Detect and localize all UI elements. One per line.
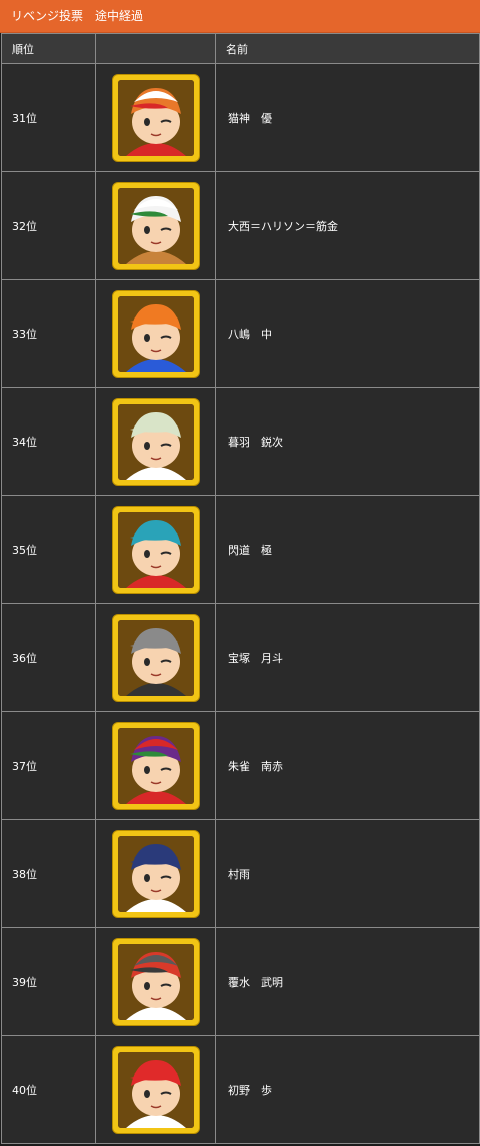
table-row: 36位 宝塚 月斗 xyxy=(1,603,480,712)
rank-cell: 33位 xyxy=(1,279,96,388)
avatar-cell xyxy=(95,279,216,388)
rank-cell: 38位 xyxy=(1,819,96,928)
player-name-cell: 閃道 極 xyxy=(215,495,480,604)
hair-orange-spiky-avatar-icon xyxy=(111,289,200,378)
table-row: 31位 猫神 優 xyxy=(1,63,480,172)
player-name-cell: 大西＝ハリソン＝筋金 xyxy=(215,171,480,280)
rank-cell: 40位 xyxy=(1,1035,96,1144)
rank-cell: 31位 xyxy=(1,63,96,172)
hair-red-cap-gray-avatar-icon xyxy=(111,937,200,1026)
rank-cell: 32位 xyxy=(1,171,96,280)
player-name-cell: 朱雀 南赤 xyxy=(215,711,480,820)
hair-gray-avatar-icon xyxy=(111,613,200,702)
table-row: 37位 朱雀 南赤 xyxy=(1,711,480,820)
rank-cell: 35位 xyxy=(1,495,96,604)
player-name-cell: 宝塚 月斗 xyxy=(215,603,480,712)
player-name-cell: 覆水 武明 xyxy=(215,927,480,1036)
table-row: 32位 大西＝ハリソン＝筋金 xyxy=(1,171,480,280)
player-name-cell: 暮羽 鋭次 xyxy=(215,387,480,496)
avatar-cell xyxy=(95,711,216,820)
player-name-cell: 初野 歩 xyxy=(215,1035,480,1144)
hair-orange-cap-white-avatar-icon xyxy=(111,73,200,162)
player-name-cell: 村雨 xyxy=(215,819,480,928)
avatar-cell xyxy=(95,495,216,604)
table-row: 35位 閃道 極 xyxy=(1,495,480,604)
hair-navy-avatar-icon xyxy=(111,829,200,918)
avatar-cell xyxy=(95,171,216,280)
table-row: 34位 暮羽 鋭次 xyxy=(1,387,480,496)
avatar-cell xyxy=(95,387,216,496)
table-row: 39位 覆水 武明 xyxy=(1,927,480,1036)
page-title: リベンジ投票 途中経過 xyxy=(0,0,480,33)
rank-cell: 39位 xyxy=(1,927,96,1036)
table-header-row: 順位 名前 xyxy=(1,33,480,64)
column-header-icon xyxy=(95,33,216,64)
table-row: 40位 初野 歩 xyxy=(1,1035,480,1144)
avatar-cell xyxy=(95,1035,216,1144)
ranking-page: リベンジ投票 途中経過 順位 名前 31位 猫神 優 32位 大西＝ハリソン＝筋金 33… xyxy=(0,0,480,1146)
column-header-name: 名前 xyxy=(215,33,480,64)
table-row: 38位 村雨 xyxy=(1,819,480,928)
column-header-rank: 順位 xyxy=(1,33,96,64)
player-name-cell: 猫神 優 xyxy=(215,63,480,172)
avatar-cell xyxy=(95,819,216,928)
avatar-cell xyxy=(95,927,216,1036)
ranking-table: 順位 名前 31位 猫神 優 32位 大西＝ハリソン＝筋金 33位 八嶋 中 34位 暮羽 鋭… xyxy=(1,33,480,1144)
rank-cell: 37位 xyxy=(1,711,96,820)
avatar-cell xyxy=(95,603,216,712)
rank-cell: 34位 xyxy=(1,387,96,496)
player-name-cell: 八嶋 中 xyxy=(215,279,480,388)
hair-purple-cap-red-avatar-icon xyxy=(111,721,200,810)
table-row: 33位 八嶋 中 xyxy=(1,279,480,388)
hair-red-avatar-icon xyxy=(111,1045,200,1134)
hair-silver-avatar-icon xyxy=(111,397,200,486)
hair-white-cap-green-avatar-icon xyxy=(111,181,200,270)
rank-cell: 36位 xyxy=(1,603,96,712)
hair-teal-avatar-icon xyxy=(111,505,200,594)
avatar-cell xyxy=(95,63,216,172)
